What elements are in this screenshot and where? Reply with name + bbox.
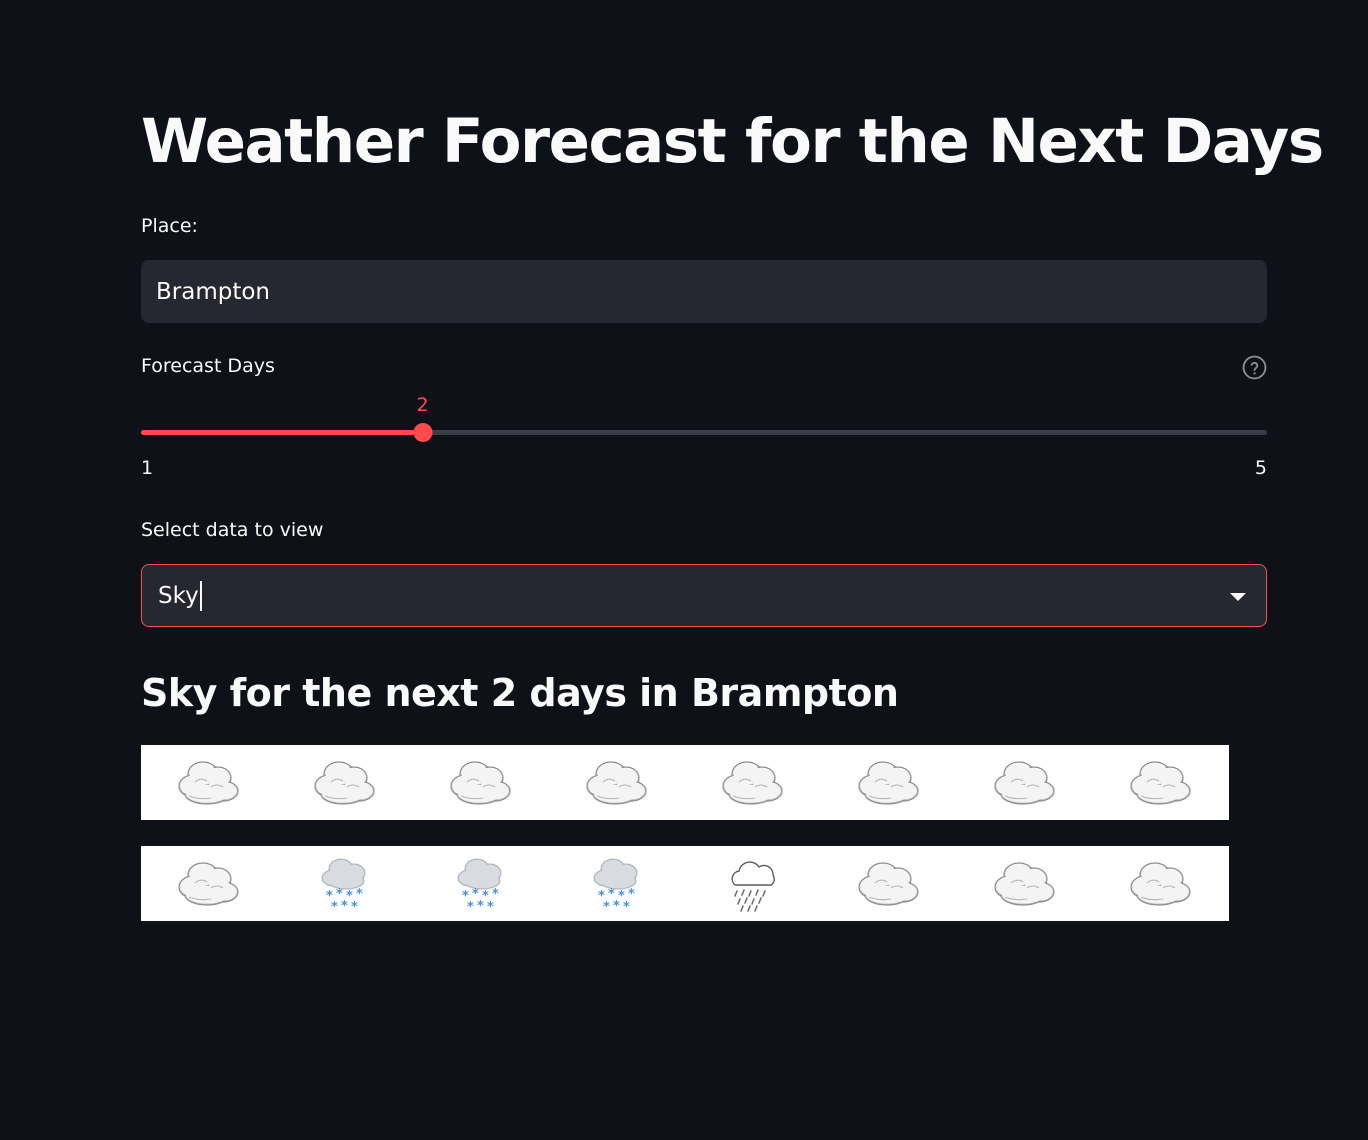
snow-icon: * * * * * * * (581, 855, 653, 915)
rain-icon (717, 855, 789, 913)
cloud-icon (853, 754, 925, 812)
snow-icon: * * * * * * * (445, 855, 517, 915)
slider-value-label: 2 (416, 394, 429, 416)
cloud-icon (853, 855, 925, 913)
snow-icon: * * * * * * * (309, 855, 381, 915)
slider-fill (141, 430, 423, 435)
sky-image-row (141, 745, 1229, 820)
svg-text:*: * (603, 900, 610, 913)
cloud-icon (1125, 855, 1197, 913)
forecast-days-slider[interactable] (141, 430, 1267, 435)
chevron-down-icon[interactable] (1230, 593, 1246, 601)
result-heading: Sky for the next 2 days in Brampton (141, 671, 899, 715)
svg-text:*: * (623, 900, 630, 913)
svg-text:*: * (477, 899, 484, 913)
svg-text:*: * (341, 899, 348, 913)
data-select-label: Select data to view (141, 519, 324, 541)
cloud-icon (445, 754, 517, 812)
svg-text:*: * (613, 899, 620, 913)
place-label: Place: (141, 215, 198, 237)
svg-text:*: * (467, 900, 474, 913)
cloud-icon (989, 855, 1061, 913)
cloud-icon (173, 855, 245, 913)
slider-min-label: 1 (141, 457, 154, 479)
cloud-icon (717, 754, 789, 812)
place-input[interactable]: Brampton (141, 260, 1267, 323)
cloud-icon (989, 754, 1061, 812)
svg-text:*: * (351, 900, 358, 913)
sky-image-row: * * * * * * * * * * * * * * * * * * * * * (141, 846, 1229, 921)
slider-max-label: 5 (1254, 457, 1267, 479)
cloud-icon (581, 754, 653, 812)
svg-text:*: * (487, 900, 494, 913)
data-select[interactable]: Sky (141, 564, 1267, 627)
text-cursor (199, 580, 202, 611)
cloud-icon (1125, 754, 1197, 812)
svg-text:*: * (331, 900, 338, 913)
place-input-value: Brampton (156, 278, 271, 305)
cloud-icon (309, 754, 381, 812)
forecast-days-label: Forecast Days (141, 355, 275, 377)
slider-thumb[interactable] (413, 423, 432, 442)
page-title: Weather Forecast for the Next Days (141, 106, 1324, 177)
question-circle-icon[interactable] (1242, 355, 1267, 380)
cloud-icon (173, 754, 245, 812)
data-select-value: Sky (158, 582, 199, 609)
